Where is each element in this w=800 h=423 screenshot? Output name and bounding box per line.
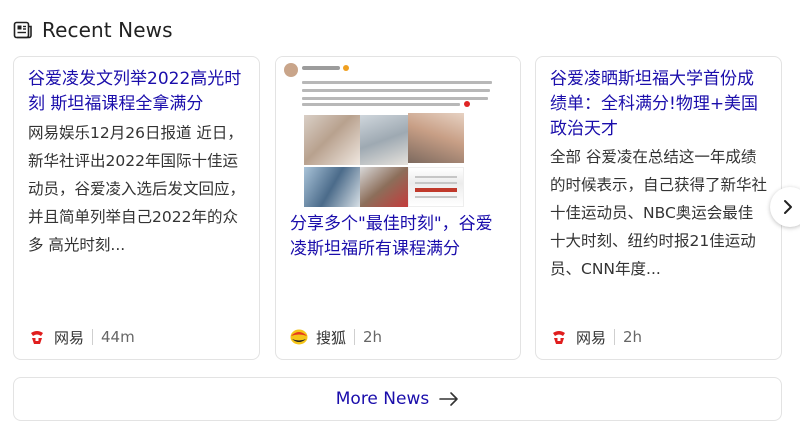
news-card[interactable]: 谷爱凌发文列举2022高光时刻 斯坦福课程全拿满分 网易娱乐12月26日报道 近…: [13, 56, 260, 360]
thumbnail-photo: [360, 167, 408, 207]
thumbnail-text-line: [302, 97, 488, 100]
news-headline[interactable]: 谷爱凌晒斯坦福大学首份成绩单：全科满分!物理+美国政治天才: [550, 67, 769, 142]
section-header: Recent News: [13, 16, 173, 44]
sohu-logo-icon: [290, 329, 308, 345]
source-name: 网易: [576, 328, 607, 347]
news-footer: 网易 44m: [28, 325, 135, 349]
news-headline[interactable]: 分享多个"最佳时刻"，谷爱凌斯坦福所有课程满分: [290, 212, 508, 262]
news-snippet: 网易娱乐12月26日报道 近日，新华社评出2022年国际十佳运动员，谷爱凌入选后…: [28, 124, 246, 254]
publish-time: 2h: [623, 328, 643, 346]
thumbnail-username: [302, 66, 340, 70]
news-footer: 网易 2h: [550, 325, 642, 349]
chevron-right-icon: [784, 200, 792, 214]
thumbnail-avatar: [284, 63, 298, 77]
more-news-label: More News: [335, 389, 430, 409]
news-snippet: 全部 谷爱凌在总结这一年成绩的时候表示，自己获得了新华社十佳运动员、NBC奥运会…: [550, 148, 768, 278]
news-icon: [13, 21, 32, 39]
thumbnail-text-line: [302, 81, 492, 84]
thumbnail-text-line: [302, 103, 460, 106]
news-card[interactable]: 谷爱凌晒斯坦福大学首份成绩单：全科满分!物理+美国政治天才 全部 谷爱凌在总结这…: [535, 56, 782, 360]
news-headline[interactable]: 谷爱凌发文列举2022高光时刻 斯坦福课程全拿满分: [28, 67, 247, 117]
netease-logo-icon: [550, 328, 568, 346]
heart-icon: [464, 101, 470, 107]
news-card[interactable]: 分享多个"最佳时刻"，谷爱凌斯坦福所有课程满分 搜狐 2h: [275, 56, 521, 360]
news-thumbnail[interactable]: [276, 57, 520, 207]
thumbnail-photo: [304, 115, 360, 165]
divider: [92, 329, 94, 345]
thumbnail-badge: [343, 65, 349, 71]
news-footer: 搜狐 2h: [290, 325, 382, 349]
source-name: 网易: [54, 328, 85, 347]
netease-logo-icon: [28, 328, 46, 346]
more-news-button[interactable]: More News: [13, 377, 782, 421]
arrow-right-icon: [439, 392, 459, 406]
thumbnail-photo: [408, 167, 464, 207]
thumbnail-photo: [360, 115, 408, 165]
divider: [354, 329, 356, 345]
thumbnail-photo: [408, 113, 464, 163]
divider: [614, 329, 616, 345]
section-title: Recent News: [42, 18, 173, 42]
publish-time: 44m: [101, 328, 135, 346]
source-name: 搜狐: [316, 328, 347, 347]
thumbnail-text-line: [302, 89, 490, 92]
publish-time: 2h: [363, 328, 383, 346]
thumbnail-photo: [304, 167, 360, 207]
